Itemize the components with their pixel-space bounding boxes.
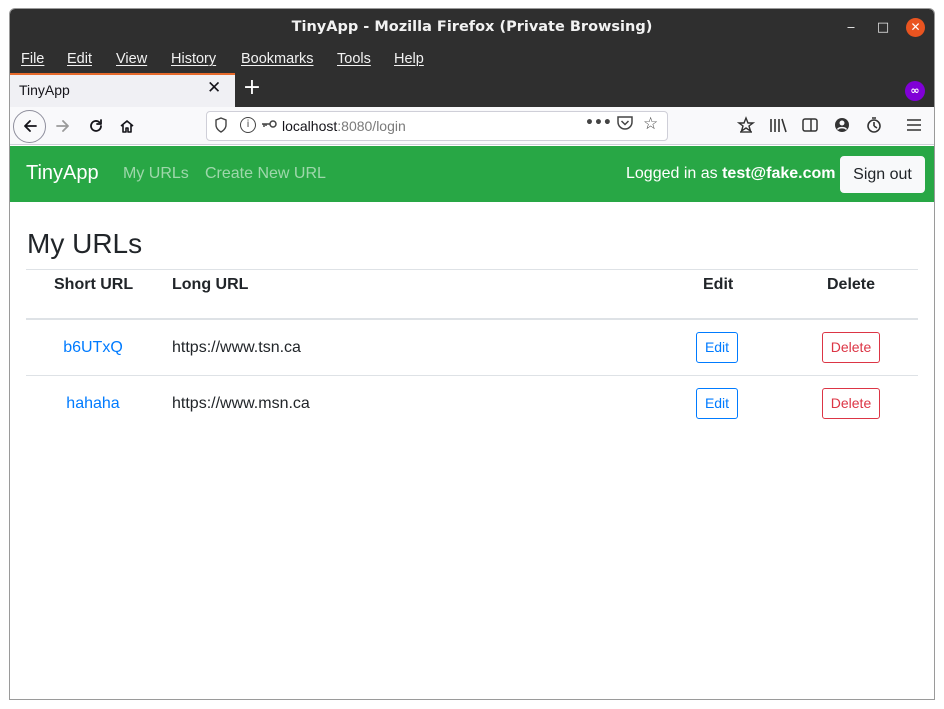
library-icon[interactable] xyxy=(766,113,790,137)
logged-in-status: Logged in as test@fake.com xyxy=(626,165,836,183)
home-icon xyxy=(120,120,134,133)
back-button[interactable] xyxy=(13,110,46,143)
edit-button[interactable]: Edit xyxy=(696,388,738,419)
title-bar: TinyApp - Mozilla Firefox (Private Brows… xyxy=(10,9,934,46)
menu-history[interactable]: History xyxy=(171,46,216,73)
tracking-shield-icon[interactable] xyxy=(214,117,228,137)
short-url-link[interactable]: b6UTxQ xyxy=(26,339,160,357)
row-divider xyxy=(26,375,918,376)
tracking-protection-icon[interactable] xyxy=(734,113,758,137)
navigation-toolbar: i localhost:8080/login ••• ☆ xyxy=(10,107,934,145)
maximize-button[interactable]: □ xyxy=(873,18,893,38)
url-bar[interactable]: i localhost:8080/login ••• ☆ xyxy=(206,111,668,141)
reload-button[interactable] xyxy=(83,113,109,139)
table-header-divider xyxy=(26,318,918,320)
menu-help[interactable]: Help xyxy=(394,46,424,73)
menu-edit[interactable]: Edit xyxy=(67,46,92,73)
minimize-button[interactable]: ‒ xyxy=(841,18,861,38)
url-text[interactable]: localhost:8080/login xyxy=(282,118,406,134)
bookmark-star-icon[interactable]: ☆ xyxy=(643,114,658,134)
reload-icon xyxy=(90,119,102,132)
page-actions-icon[interactable]: ••• xyxy=(585,115,612,131)
hamburger-menu-icon[interactable] xyxy=(902,113,926,137)
pocket-icon[interactable] xyxy=(616,115,634,135)
menu-tools[interactable]: Tools xyxy=(337,46,371,73)
long-url: https://www.tsn.ca xyxy=(172,339,301,356)
extension-timer-icon[interactable] xyxy=(862,113,886,137)
nav-link-create-url[interactable]: Create New URL xyxy=(205,165,326,183)
delete-button[interactable]: Delete xyxy=(822,332,880,363)
site-navbar: TinyApp My URLs Create New URL Logged in… xyxy=(10,146,934,202)
logged-in-user: test@fake.com xyxy=(722,165,836,182)
menu-file[interactable]: File xyxy=(21,46,44,73)
edit-button[interactable]: Edit xyxy=(696,332,738,363)
home-button[interactable] xyxy=(114,113,140,139)
page-viewport: TinyApp My URLs Create New URL Logged in… xyxy=(10,146,934,699)
tab-strip: TinyApp ✕ + ∞ xyxy=(10,73,934,107)
menu-bar: File Edit View History Bookmarks Tools H… xyxy=(10,46,934,73)
column-header-long-url: Long URL xyxy=(172,276,249,293)
private-browsing-icon: ∞ xyxy=(905,81,925,101)
site-info-icon[interactable]: i xyxy=(240,117,256,133)
forward-arrow-icon xyxy=(56,120,69,132)
browser-window: TinyApp - Mozilla Firefox (Private Brows… xyxy=(9,8,935,700)
short-url-link[interactable]: hahaha xyxy=(26,395,160,413)
menu-bookmarks[interactable]: Bookmarks xyxy=(241,46,314,73)
divider xyxy=(26,269,918,270)
delete-button[interactable]: Delete xyxy=(822,388,880,419)
window-title: TinyApp - Mozilla Firefox (Private Brows… xyxy=(291,19,653,35)
account-icon[interactable] xyxy=(830,113,854,137)
url-path: :8080/login xyxy=(337,118,406,134)
site-brand[interactable]: TinyApp xyxy=(26,162,99,185)
menu-view[interactable]: View xyxy=(116,46,147,73)
url-host: localhost xyxy=(282,118,338,134)
nav-link-my-urls[interactable]: My URLs xyxy=(123,165,189,183)
sign-out-button[interactable]: Sign out xyxy=(840,156,925,193)
page-title: My URLs xyxy=(27,228,143,259)
column-header-delete: Delete xyxy=(827,276,876,293)
tab-label: TinyApp xyxy=(19,82,70,98)
logged-in-prefix: Logged in as xyxy=(626,165,718,182)
tab-close-icon[interactable]: ✕ xyxy=(207,78,221,98)
back-arrow-icon xyxy=(23,120,37,132)
column-header-edit: Edit xyxy=(703,276,734,293)
close-window-button[interactable]: ✕ xyxy=(906,18,925,37)
forward-button[interactable] xyxy=(50,113,76,139)
long-url: https://www.msn.ca xyxy=(172,395,310,412)
column-header-short-url: Short URL xyxy=(54,276,134,293)
key-icon[interactable] xyxy=(260,116,278,136)
tab-tinyapp[interactable]: TinyApp ✕ xyxy=(10,73,235,107)
sidebar-icon[interactable] xyxy=(798,113,822,137)
new-tab-button[interactable]: + xyxy=(242,75,262,100)
